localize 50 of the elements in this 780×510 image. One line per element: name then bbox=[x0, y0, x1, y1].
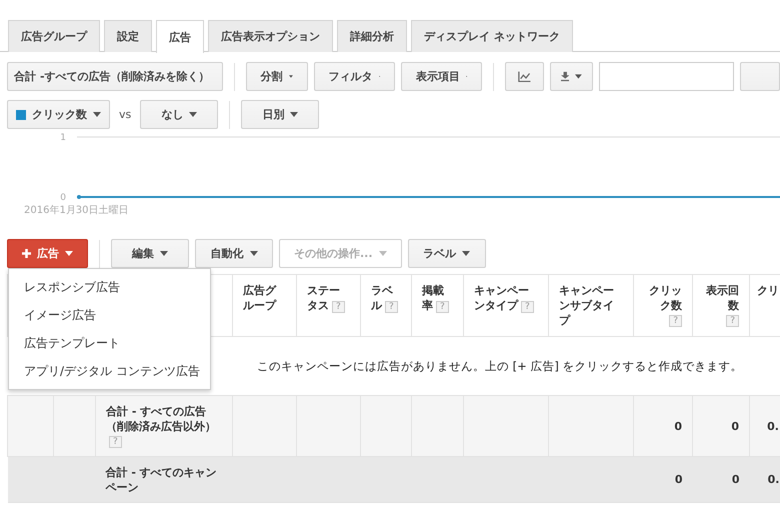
menu-item[interactable]: アプリ/デジタル コンテンツ広告 bbox=[9, 357, 210, 385]
menu-item[interactable]: イメージ広告 bbox=[9, 301, 210, 329]
table-cell: 0 bbox=[692, 456, 750, 502]
download-button[interactable] bbox=[550, 62, 593, 91]
tab[interactable]: 広告 bbox=[156, 20, 204, 53]
action-dropdown[interactable]: 編集 bbox=[111, 239, 189, 268]
tab[interactable]: 設定 bbox=[104, 20, 152, 52]
column-header: キャンペーンサブタイプ bbox=[548, 274, 634, 336]
row-label: 合計 - すべての広告（削除済み広告以外） bbox=[106, 404, 217, 434]
chart-button[interactable] bbox=[505, 62, 544, 91]
axis-tick-label: 0 bbox=[60, 193, 66, 203]
metric-dropdown[interactable]: クリック数 bbox=[7, 100, 110, 129]
column-header: クリック数 ? bbox=[634, 274, 692, 336]
action-dropdown[interactable]: ラベル bbox=[408, 239, 486, 268]
table-cell: 0. bbox=[750, 396, 780, 456]
tab[interactable]: 詳細分析 bbox=[337, 20, 407, 52]
table-cell: 0 bbox=[634, 456, 692, 502]
axis-label: 2016年1月30日土曜日 bbox=[24, 205, 129, 216]
column-header: ステータス ? bbox=[296, 274, 360, 336]
data-point bbox=[77, 195, 81, 199]
add-ad-button[interactable]: 広告 bbox=[7, 239, 88, 268]
column-header: 表示回数 ? bbox=[692, 274, 750, 336]
column-header: 掲載率 ? bbox=[412, 274, 464, 336]
tab[interactable]: ディスプレイ ネットワーク bbox=[411, 20, 573, 52]
table-cell: 0 bbox=[692, 396, 750, 456]
tab[interactable]: 広告表示オプション bbox=[208, 20, 333, 52]
tab[interactable]: 広告グループ bbox=[8, 20, 100, 52]
period-dropdown[interactable]: 日別 bbox=[241, 100, 320, 129]
menu-item[interactable]: 広告テンプレート bbox=[9, 329, 210, 357]
empty-message: このキャンペーンには広告がありません。上の [+ 広告] をクリックすると作成できます。 bbox=[256, 358, 742, 372]
action-dropdown[interactable]: 自動化 bbox=[195, 239, 273, 268]
column-header: ラベル ? bbox=[360, 274, 412, 336]
column-header: 広告グループ bbox=[232, 274, 296, 336]
dropdown-button[interactable]: フィルタ bbox=[314, 62, 395, 91]
column-header: クリ bbox=[750, 274, 780, 336]
row-label: 合計 - すべてのキャンペーン bbox=[106, 464, 218, 494]
dropdown-button[interactable]: 合計 -すべての広告（削除済みを除く） bbox=[7, 62, 223, 91]
table-cell: 0. bbox=[750, 456, 780, 502]
search-field[interactable] bbox=[599, 62, 734, 91]
compare-dropdown[interactable]: なし bbox=[140, 100, 218, 129]
axis-tick-label: 1 bbox=[60, 133, 66, 143]
column-header: キャンペーンタイプ ? bbox=[464, 274, 548, 336]
dropdown-button[interactable]: 表示項目 bbox=[400, 62, 482, 91]
download-icon bbox=[560, 71, 570, 82]
menu-item[interactable]: レスポンシブ広告 bbox=[9, 273, 210, 301]
plus-icon bbox=[22, 249, 31, 258]
line-chart-icon bbox=[518, 70, 531, 82]
vs-label: vs bbox=[118, 108, 132, 121]
table-cell: 0 bbox=[634, 396, 692, 456]
dropdown-button[interactable]: 分割 bbox=[246, 62, 308, 91]
